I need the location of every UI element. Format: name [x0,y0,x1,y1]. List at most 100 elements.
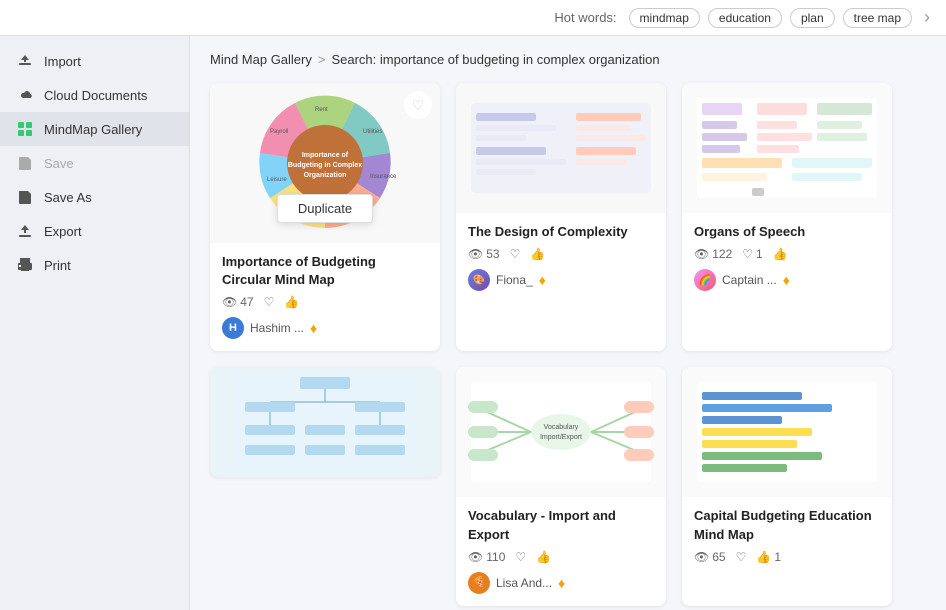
sidebar-item-import-label: Import [44,54,81,69]
views-stat-2: 👁 53 [468,247,500,261]
svg-text:Import/Export: Import/Export [540,434,582,441]
duplicate-tooltip-1[interactable]: Duplicate [277,194,373,223]
views-count-2: 53 [486,247,499,261]
sidebar-item-save-label: Save [44,156,74,171]
card-stats-1: 👁 47 ♡ 👍 [222,295,428,309]
author-name-5: Lisa And... [496,576,552,590]
author-badge-3: ♦ [783,272,790,288]
eye-icon-6: 👁 [694,550,709,564]
card-title-1: Importance of Budgeting Circular Mind Ma… [222,253,428,289]
card-image-6 [682,367,892,497]
card-author-3: 🌈 Captain ... ♦ [694,269,880,291]
svg-text:Insurance: Insurance [370,174,397,180]
sidebar-item-print[interactable]: Print [0,248,189,282]
gallery-card-1[interactable]: Importance of Budgeting in Complex Organ… [210,83,440,351]
views-count-3: 122 [712,247,732,261]
svg-text:Budgeting in Complex: Budgeting in Complex [288,162,362,169]
export-icon [16,222,34,240]
views-stat-3: 👁 122 [694,247,732,261]
sidebar-item-cloud-label: Cloud Documents [44,88,147,103]
card-stats-3: 👁 122 ♡ 1 👍 [694,247,880,261]
import-icon [16,52,34,70]
card-stats-2: 👁 53 ♡ 👍 [468,247,654,261]
thumbs-stat-2[interactable]: 👍 [530,247,545,261]
card-stats-5: 👁 110 ♡ 👍 [468,550,654,564]
tag-plan[interactable]: plan [790,8,835,28]
eye-icon-1: 👁 [222,295,237,309]
eye-icon-5: 👁 [468,550,483,564]
heart-icon-1: ♡ [264,295,275,309]
sidebar-item-save[interactable]: Save [0,146,189,180]
top-bar: Hot words: mindmap education plan tree m… [0,0,946,36]
heart-icon-2: ♡ [510,247,521,261]
gallery-card-2[interactable]: The Design of Complexity 👁 53 ♡ 👍 [456,83,666,351]
gallery-grid: Importance of Budgeting in Complex Organ… [210,83,926,606]
thumbs-stat-6[interactable]: 👍 1 [756,550,781,564]
gallery-card-4[interactable] [210,367,440,477]
main-layout: Import Cloud Documents MindMap Gallery S… [0,36,946,610]
heart-icon-5: ♡ [515,550,526,564]
card-image-4 [210,367,440,477]
save-icon [16,154,34,172]
likes-stat-2[interactable]: ♡ [510,247,521,261]
sidebar-item-gallery[interactable]: MindMap Gallery [0,112,189,146]
capital-svg [692,377,882,487]
likes-count-3: 1 [756,247,763,261]
sidebar-item-import[interactable]: Import [0,44,189,78]
author-badge-2: ♦ [539,272,546,288]
heart-icon-3: ♡ [742,247,753,261]
sidebar-item-saveas-label: Save As [44,190,92,205]
tag-treemap[interactable]: tree map [843,8,912,28]
breadcrumb: Mind Map Gallery > Search: importance of… [210,52,926,67]
sidebar-item-saveas[interactable]: Save As [0,180,189,214]
card-title-5: Vocabulary - Import and Export [468,507,654,543]
gallery-card-5[interactable]: Vocabulary Import/Export Vocabulary - Im… [456,367,666,605]
tag-education[interactable]: education [708,8,782,28]
eye-icon-3: 👁 [694,247,709,261]
gallery-card-3[interactable]: Organs of Speech 👁 122 ♡ 1 👍 [682,83,892,351]
thumbs-stat-1[interactable]: 👍 [284,295,299,309]
world-svg [230,367,420,477]
card-stats-6: 👁 65 ♡ 👍 1 [694,550,880,564]
breadcrumb-gallery-link[interactable]: Mind Map Gallery [210,52,312,67]
content-area: Mind Map Gallery > Search: importance of… [190,36,946,610]
likes-stat-6[interactable]: ♡ [736,550,747,564]
likes-stat-3[interactable]: ♡ 1 [742,247,762,261]
card-image-3 [682,83,892,213]
card-author-5: 🍕 Lisa And... ♦ [468,572,654,594]
svg-text:Leisure: Leisure [267,177,287,183]
card-author-1: H Hashim ... ♦ [222,317,428,339]
cloud-icon [16,86,34,104]
card-info-2: The Design of Complexity 👁 53 ♡ 👍 [456,213,666,303]
eye-icon-2: 👁 [468,247,483,261]
thumb-icon-6: 👍 [756,550,771,564]
gallery-card-6[interactable]: Capital Budgeting Education Mind Map 👁 6… [682,367,892,605]
tag-mindmap[interactable]: mindmap [629,8,700,28]
thumb-icon-2: 👍 [530,247,545,261]
complexity-svg [466,93,656,203]
author-avatar-2: 🎨 [468,269,490,291]
sidebar-item-cloud[interactable]: Cloud Documents [0,78,189,112]
thumb-icon-1: 👍 [284,295,299,309]
card-image-5: Vocabulary Import/Export [456,367,666,497]
thumbs-stat-5[interactable]: 👍 [536,550,551,564]
likes-stat-1[interactable]: ♡ [264,295,275,309]
thumb-icon-3: 👍 [773,247,788,261]
author-avatar-1: H [222,317,244,339]
thumbs-stat-3[interactable]: 👍 [773,247,788,261]
svg-text:Payroll: Payroll [270,129,288,135]
scroll-right-icon[interactable]: › [924,7,930,28]
card-info-5: Vocabulary - Import and Export 👁 110 ♡ 👍 [456,497,666,605]
likes-stat-5[interactable]: ♡ [515,550,526,564]
svg-text:Rent: Rent [315,107,328,113]
card-title-6: Capital Budgeting Education Mind Map [694,507,880,543]
sidebar-item-export[interactable]: Export [0,214,189,248]
favorite-button-1[interactable]: ♡ [404,91,432,119]
svg-text:Utilities: Utilities [363,129,382,135]
gallery-icon [16,120,34,138]
sidebar-item-gallery-label: MindMap Gallery [44,122,142,137]
card-info-6: Capital Budgeting Education Mind Map 👁 6… [682,497,892,583]
views-count-5: 110 [486,550,505,564]
sidebar-item-export-label: Export [44,224,82,239]
author-avatar-3: 🌈 [694,269,716,291]
